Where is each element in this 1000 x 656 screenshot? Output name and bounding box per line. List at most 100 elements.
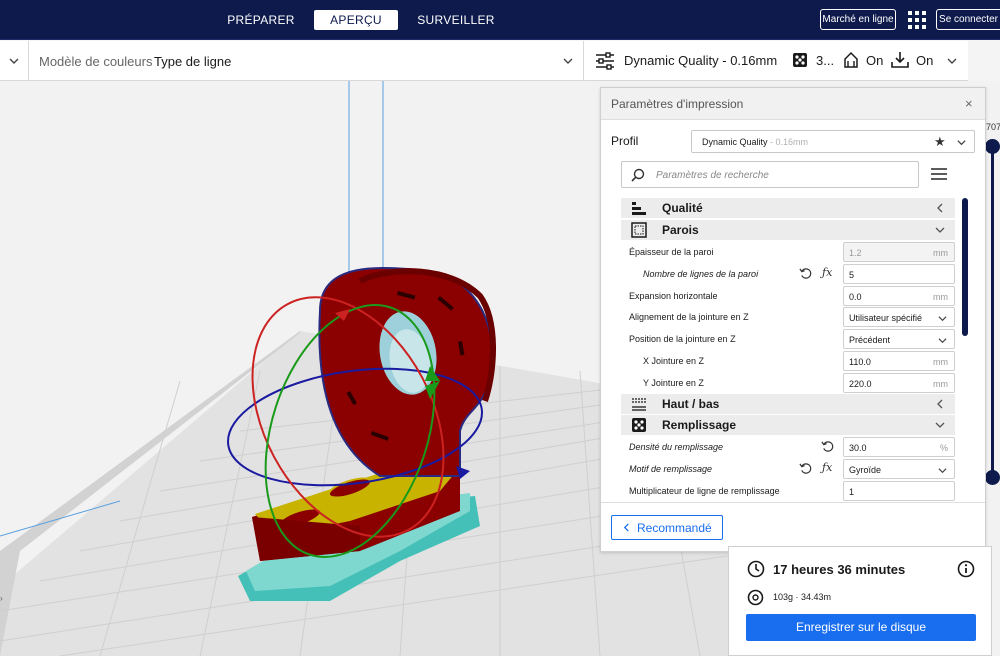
header-bar: PRÉPARER APERÇU SURVEILLER Marché en lig…	[0, 0, 1000, 40]
reset-icon[interactable]	[799, 267, 812, 280]
tab-preview[interactable]: APERÇU	[314, 10, 398, 30]
setting-z-seam-x: X Jointure en Z 110.0 mm	[621, 350, 955, 372]
color-scheme-label: Modèle de couleurs	[39, 54, 153, 69]
chevron-down-icon[interactable]	[956, 137, 967, 148]
panel-header: Paramètres d'impression ×	[601, 88, 985, 120]
field-value: Précédent	[849, 335, 891, 345]
category-walls[interactable]: Parois	[621, 220, 955, 240]
layer-slider-top-handle[interactable]	[985, 139, 1000, 154]
field-unit: %	[939, 443, 948, 453]
category-infill[interactable]: Remplissage	[621, 415, 955, 435]
print-settings-panel: Paramètres d'impression × Profil Dynamic…	[600, 87, 986, 552]
infill-icon	[793, 53, 807, 67]
recommended-label: Recommandé	[637, 521, 712, 535]
settings-search[interactable]	[621, 161, 919, 188]
setting-label: Densité du remplissage	[629, 442, 724, 452]
horizontal-expansion-field[interactable]: 0.0 mm	[843, 286, 955, 306]
support-icon	[844, 51, 858, 68]
support-summary: On	[866, 53, 884, 68]
grid-icon[interactable]	[908, 11, 926, 29]
setting-infill-line-multiplier: Multiplicateur de ligne de remplissage 1	[621, 480, 955, 502]
setting-wall-thickness: Épaisseur de la paroi 1.2 mm	[621, 241, 955, 263]
category-label: Remplissage	[662, 418, 737, 432]
chevron-down-icon	[938, 468, 947, 474]
infill-icon	[632, 418, 646, 432]
chevron-left-icon	[937, 203, 943, 213]
infill-line-multiplier-field[interactable]: 1	[843, 481, 955, 501]
field-unit: mm	[933, 292, 948, 302]
field-value: 1.2	[849, 248, 862, 258]
info-icon[interactable]	[957, 560, 975, 578]
quality-icon	[632, 202, 646, 215]
chevron-down-icon[interactable]	[946, 55, 958, 67]
setting-label: Épaisseur de la paroi	[629, 247, 714, 257]
svg-text:›: ›	[0, 594, 3, 603]
chevron-left-icon	[623, 523, 629, 532]
category-quality[interactable]: Qualité	[621, 198, 955, 218]
function-icon[interactable]: ƒx	[822, 461, 832, 474]
login-button[interactable]: Se connecter	[936, 9, 1000, 30]
chevron-down-icon[interactable]	[562, 55, 574, 67]
search-input[interactable]	[656, 167, 906, 183]
setting-horizontal-expansion: Expansion horizontale 0.0 mm	[621, 285, 955, 307]
field-value: 30.0	[849, 443, 867, 453]
reset-icon[interactable]	[799, 462, 812, 475]
top-bottom-icon	[632, 398, 646, 411]
setting-z-seam-y: Y Jointure en Z 220.0 mm	[621, 372, 955, 394]
star-icon[interactable]: ★	[934, 134, 946, 150]
clock-icon	[747, 560, 765, 578]
z-seam-alignment-dropdown[interactable]: Utilisateur spécifié	[843, 307, 955, 327]
field-value: 5	[849, 270, 855, 280]
field-value: 220.0	[849, 379, 872, 389]
profile-label: Profil	[611, 134, 639, 148]
infill-summary: 3...	[816, 53, 835, 68]
profile-dropdown[interactable]: Dynamic Quality - 0.16mm ★	[691, 130, 975, 153]
chevron-down-icon	[938, 338, 947, 344]
setting-label: Position de la jointure en Z	[629, 334, 736, 344]
z-seam-position-dropdown[interactable]: Précédent	[843, 329, 955, 349]
category-label: Haut / bas	[662, 397, 720, 411]
tab-monitor[interactable]: SURVEILLER	[414, 10, 498, 30]
field-value: 110.0	[849, 357, 871, 367]
color-scheme-bar[interactable]: Modèle de couleurs Type de ligne	[0, 41, 584, 81]
field-unit: mm	[933, 379, 948, 389]
z-seam-x-field[interactable]: 110.0 mm	[843, 351, 955, 371]
tab-prepare[interactable]: PRÉPARER	[224, 10, 298, 30]
category-label: Qualité	[662, 201, 703, 215]
settings-list: Qualité Parois Épaisseur de la paroi 1.2…	[621, 196, 957, 502]
category-top-bottom[interactable]: Haut / bas	[621, 394, 955, 414]
setting-wall-line-count: Nombre de lignes de la paroi ƒx 5	[621, 263, 955, 285]
print-setup-selector[interactable]: Dynamic Quality - 0.16mm 3... On On	[584, 41, 968, 81]
save-to-disk-button[interactable]: Enregistrer sur le disque	[746, 614, 976, 641]
material-amount: 103g · 34.43m	[773, 592, 832, 602]
chevron-down-icon[interactable]	[8, 55, 20, 67]
infill-pattern-dropdown[interactable]: Gyroïde	[843, 459, 955, 479]
menu-icon[interactable]	[931, 167, 947, 181]
chevron-down-icon	[938, 316, 947, 322]
chevron-down-icon	[935, 422, 945, 428]
color-scheme-value: Type de ligne	[154, 54, 232, 69]
marketplace-button[interactable]: Marché en ligne	[820, 9, 896, 30]
z-seam-y-field[interactable]: 220.0 mm	[843, 373, 955, 393]
layer-slider-bottom-handle[interactable]	[985, 470, 1000, 485]
setting-z-seam-position: Position de la jointure en Z Précédent	[621, 328, 955, 350]
setting-label: Motif de remplissage	[629, 464, 713, 474]
wall-line-count-field[interactable]: 5	[843, 264, 955, 284]
print-job-panel: 17 heures 36 minutes 103g · 34.43m Enreg…	[728, 546, 992, 656]
chevron-down-icon	[935, 227, 945, 233]
settings-scrollbar[interactable]	[962, 198, 968, 336]
chevron-left-icon	[937, 399, 943, 409]
layer-slider-track[interactable]	[991, 146, 994, 478]
close-icon[interactable]: ×	[965, 96, 973, 111]
setting-label: Alignement de la jointure en Z	[629, 312, 749, 322]
profile-name: Dynamic Quality - 0.16mm	[702, 137, 808, 147]
function-icon[interactable]: ƒx	[822, 266, 832, 279]
infill-density-field[interactable]: 30.0 %	[843, 437, 955, 457]
setting-label: Nombre de lignes de la paroi	[643, 269, 759, 279]
reset-icon[interactable]	[821, 440, 834, 453]
setting-label: Multiplicateur de ligne de remplissage	[629, 486, 780, 496]
recommended-button[interactable]: Recommandé	[611, 515, 723, 540]
wall-thickness-field[interactable]: 1.2 mm	[843, 242, 955, 262]
divider	[28, 41, 29, 81]
adhesion-icon	[891, 52, 909, 68]
